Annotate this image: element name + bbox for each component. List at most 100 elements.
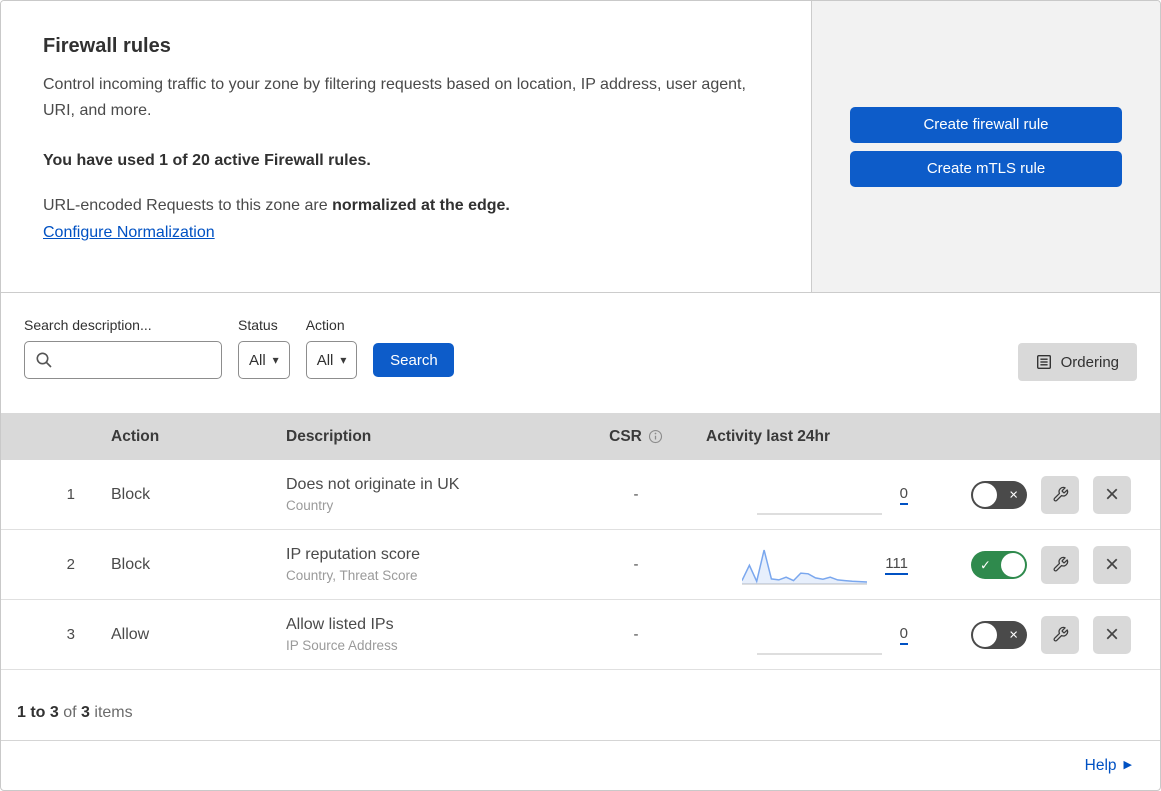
- activity-count-link[interactable]: 111: [885, 555, 908, 575]
- firewall-rules-page: Firewall rules Control incoming traffic …: [0, 0, 1161, 791]
- header-action: Action: [111, 427, 160, 445]
- pagination-items: items: [94, 704, 133, 721]
- normalization-text: URL-encoded Requests to this zone are no…: [43, 197, 769, 215]
- list-document-icon: [1036, 355, 1051, 370]
- check-icon: ✓: [980, 557, 991, 572]
- rule-controls: ✓ × ×: [936, 475, 1160, 514]
- ordering-button-label: Ordering: [1060, 353, 1119, 371]
- rule-description: IP reputation score: [286, 546, 421, 563]
- rule-activity-cell: 111: [681, 544, 936, 586]
- rules-table: Action Description CSR Activity last 24h…: [1, 413, 1160, 670]
- edit-rule-button[interactable]: [1041, 545, 1079, 584]
- activity-count-link[interactable]: 0: [899, 625, 908, 645]
- rule-expression-fields: Country: [286, 498, 334, 513]
- help-link[interactable]: Help ▶: [1085, 757, 1132, 775]
- pagination-range: 1 to 3: [17, 704, 59, 721]
- usage-notice: You have used 1 of 20 active Firewall ru…: [43, 151, 371, 169]
- wrench-icon: [1053, 626, 1068, 642]
- x-icon: ×: [1009, 486, 1018, 503]
- info-icon[interactable]: [648, 429, 663, 444]
- status-dropdown[interactable]: All ▾: [238, 341, 290, 379]
- rule-description-cell: Does not originate in UK Country: [266, 476, 591, 513]
- action-dropdown-value: All: [316, 351, 334, 369]
- pagination-of: of: [63, 704, 77, 721]
- wrench-icon: [1053, 556, 1068, 572]
- rule-expression-fields: IP Source Address: [286, 638, 398, 653]
- close-icon: ×: [1104, 480, 1119, 508]
- delete-rule-button[interactable]: ×: [1093, 615, 1131, 654]
- hero-section: Firewall rules Control incoming traffic …: [1, 1, 1160, 293]
- edit-rule-button[interactable]: [1041, 615, 1079, 654]
- search-label: Search description...: [24, 317, 152, 333]
- rule-activity-cell: 0: [681, 614, 936, 656]
- activity-sparkline: [756, 614, 882, 656]
- rule-activity-cell: 0: [681, 474, 936, 516]
- chevron-down-icon: ▾: [272, 353, 279, 367]
- rule-controls: ✓ × ×: [936, 615, 1160, 654]
- toggle-knob: [1001, 552, 1025, 577]
- table-header-row: Action Description CSR Activity last 24h…: [1, 413, 1160, 460]
- edit-rule-button[interactable]: [1041, 475, 1079, 514]
- activity-sparkline: [756, 474, 882, 516]
- close-icon: ×: [1104, 620, 1119, 648]
- action-dropdown[interactable]: All ▾: [305, 341, 358, 379]
- header-activity: Activity last 24hr: [706, 427, 831, 445]
- rule-description-cell: Allow listed IPs IP Source Address: [266, 616, 591, 653]
- action-label: Action: [305, 317, 345, 333]
- close-icon: ×: [1104, 550, 1119, 578]
- search-input[interactable]: [24, 341, 222, 379]
- header-csr-label: CSR: [609, 427, 642, 445]
- rule-enabled-toggle[interactable]: ✓ ×: [971, 620, 1027, 649]
- normalization-text-plain: URL-encoded Requests to this zone are: [43, 196, 333, 214]
- rule-csr-value: -: [633, 486, 639, 503]
- rule-csr-value: -: [633, 626, 639, 643]
- rule-controls: ✓ × ×: [936, 545, 1160, 584]
- pagination-summary: 1 to 3 of 3 items: [1, 670, 1160, 741]
- create-mtls-rule-button[interactable]: Create mTLS rule: [850, 150, 1122, 187]
- rule-action: Allow: [111, 625, 150, 643]
- wrench-icon: [1053, 486, 1068, 502]
- rule-action: Block: [111, 555, 151, 573]
- hero-text-panel: Firewall rules Control incoming traffic …: [1, 1, 811, 292]
- configure-normalization-link[interactable]: Configure Normalization: [43, 224, 215, 242]
- rule-priority: 3: [66, 626, 75, 643]
- search-icon: [36, 352, 52, 368]
- rule-description-cell: IP reputation score Country, Threat Scor…: [266, 546, 591, 583]
- search-button[interactable]: Search: [373, 343, 455, 377]
- delete-rule-button[interactable]: ×: [1093, 545, 1131, 584]
- help-link-label: Help: [1084, 756, 1117, 774]
- create-firewall-rule-button[interactable]: Create firewall rule: [850, 106, 1122, 143]
- rule-csr-value: -: [633, 556, 639, 573]
- rule-action: Block: [111, 485, 151, 503]
- table-row: 3 Allow Allow listed IPs IP Source Addre…: [1, 600, 1160, 670]
- status-label: Status: [238, 317, 278, 333]
- rule-priority: 2: [66, 556, 75, 573]
- rule-enabled-toggle[interactable]: ✓ ×: [971, 550, 1027, 579]
- activity-count-link[interactable]: 0: [899, 485, 908, 505]
- rule-priority: 1: [66, 486, 75, 503]
- rule-enabled-toggle[interactable]: ✓ ×: [971, 480, 1027, 509]
- ordering-button[interactable]: Ordering: [1017, 343, 1137, 381]
- toggle-knob: [973, 482, 997, 507]
- actions-panel: Create firewall rule Create mTLS rule: [811, 1, 1160, 292]
- status-dropdown-value: All: [249, 351, 266, 369]
- header-description: Description: [286, 427, 372, 445]
- page-title: Firewall rules: [43, 35, 171, 57]
- rule-description: Does not originate in UK: [286, 476, 460, 493]
- filter-bar: Search description... Status All ▾ Actio…: [1, 293, 1160, 413]
- page-description: Control incoming traffic to your zone by…: [43, 76, 746, 119]
- toggle-knob: [973, 622, 997, 647]
- normalization-text-bold: normalized at the edge.: [332, 196, 510, 214]
- table-row: 1 Block Does not originate in UK Country…: [1, 460, 1160, 530]
- help-row: Help ▶: [1, 741, 1160, 790]
- rule-expression-fields: Country, Threat Score: [286, 568, 418, 583]
- x-icon: ×: [1009, 626, 1018, 643]
- header-csr: CSR: [591, 428, 681, 446]
- rule-description: Allow listed IPs: [286, 616, 394, 633]
- chevron-down-icon: ▾: [340, 353, 347, 367]
- activity-sparkline: [741, 544, 868, 586]
- pagination-total: 3: [81, 704, 90, 721]
- arrow-right-icon: ▶: [1123, 759, 1132, 771]
- delete-rule-button[interactable]: ×: [1093, 475, 1131, 514]
- table-row: 2 Block IP reputation score Country, Thr…: [1, 530, 1160, 600]
